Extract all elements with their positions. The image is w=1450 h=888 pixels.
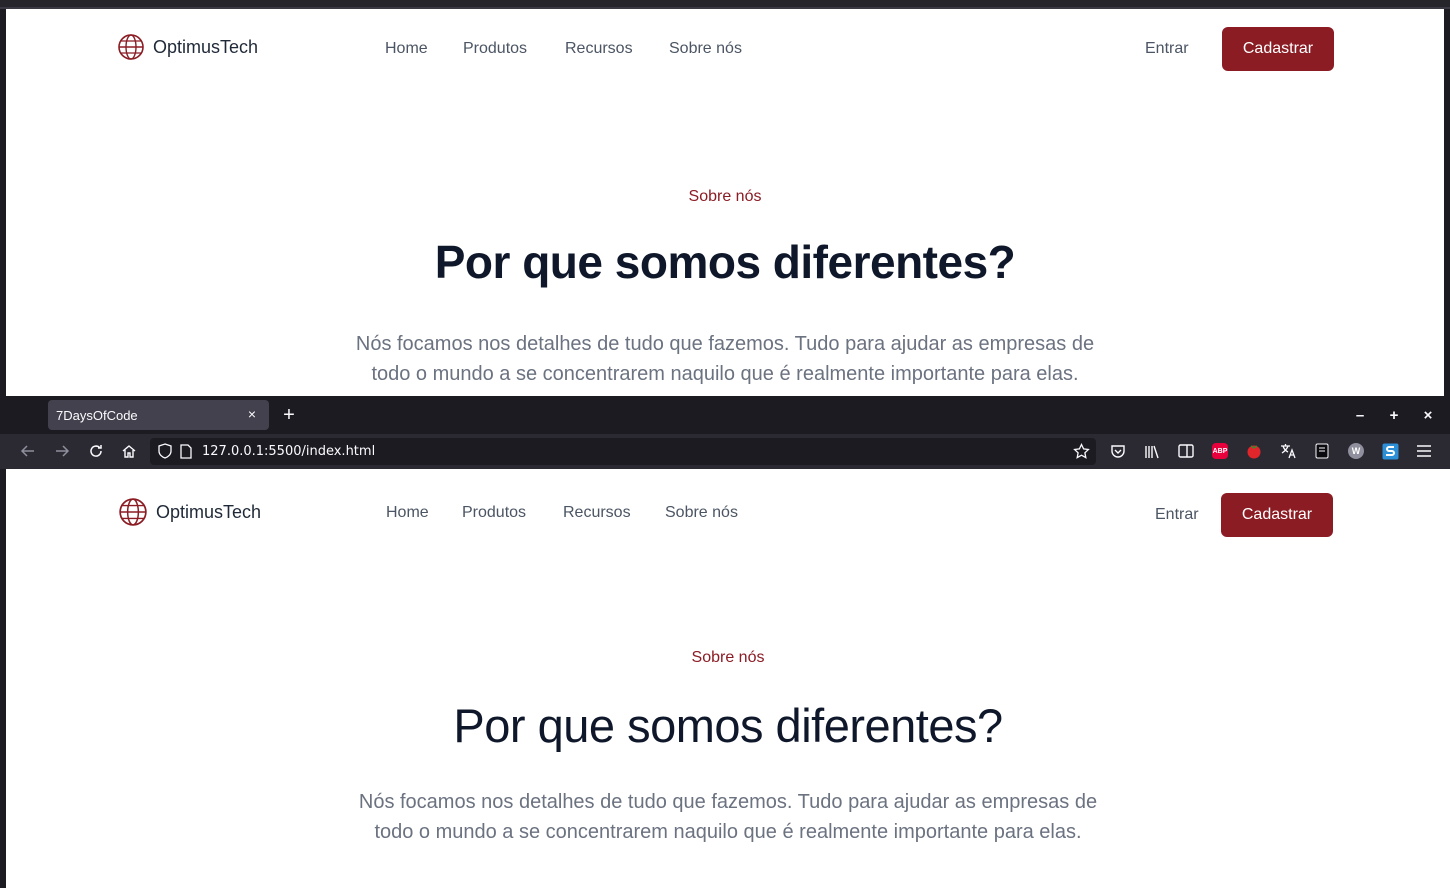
section-lead: Nós focamos nos detalhes de tudo que faz… <box>6 329 1444 389</box>
bookmark-star-icon[interactable] <box>1070 440 1092 462</box>
forward-icon[interactable] <box>51 440 73 462</box>
logo-text: OptimusTech <box>156 501 262 522</box>
lead-line-2: todo o mundo a se concentrarem naquilo q… <box>374 821 1082 843</box>
lead-line-1: Nós focamos nos detalhes de tudo que faz… <box>358 791 1098 813</box>
adblock-plus-icon[interactable]: ABP <box>1209 440 1231 462</box>
new-tab-icon[interactable]: + <box>279 402 299 428</box>
nav-recursos[interactable]: Recursos <box>565 40 633 58</box>
s-extension-icon[interactable] <box>1379 440 1401 462</box>
nav-produtos[interactable]: Produtos <box>462 504 526 522</box>
translate-icon[interactable] <box>1277 440 1299 462</box>
tomato-extension-icon[interactable] <box>1243 440 1265 462</box>
close-window-icon[interactable]: × <box>1418 404 1438 426</box>
shield-icon[interactable] <box>154 440 176 462</box>
sidebar-icon[interactable] <box>1175 440 1197 462</box>
globe-icon <box>118 34 144 60</box>
back-icon[interactable] <box>17 440 39 462</box>
signup-button[interactable]: Cadastrar <box>1221 493 1333 537</box>
url-bar[interactable]: 127.0.0.1:5500/index.html <box>150 438 1096 465</box>
signin-link[interactable]: Entrar <box>1155 506 1199 524</box>
page-view-current: OptimusTech Home Produtos Recursos Sobre… <box>6 469 1450 888</box>
adblock-badge: ABP <box>1212 443 1228 459</box>
nav-recursos[interactable]: Recursos <box>563 504 631 522</box>
browser-tab[interactable]: 7DaysOfCode × <box>48 400 269 430</box>
section-headline: Por que somos diferentes? <box>434 236 1016 288</box>
tab-title: 7DaysOfCode <box>56 407 138 423</box>
section-headline: Por que somos diferentes? <box>453 699 1003 752</box>
page-icon[interactable] <box>175 440 197 462</box>
library-icon[interactable] <box>1141 440 1163 462</box>
signup-button[interactable]: Cadastrar <box>1222 27 1334 71</box>
logo-text: OptimusTech <box>153 36 259 57</box>
url-text[interactable]: 127.0.0.1:5500/index.html <box>202 438 375 465</box>
menu-icon[interactable] <box>1413 440 1435 462</box>
lead-line-2: todo o mundo a se concentrarem naquilo q… <box>371 363 1079 385</box>
site-logo[interactable]: OptimusTech <box>118 497 261 527</box>
section-lead: Nós focamos nos detalhes de tudo que faz… <box>6 787 1450 847</box>
site-logo[interactable]: OptimusTech <box>117 33 258 61</box>
nav-sobre-nos[interactable]: Sobre nós <box>669 40 742 58</box>
close-tab-icon[interactable]: × <box>243 405 261 423</box>
minimize-icon[interactable]: – <box>1350 404 1370 426</box>
browser-tab-bar: 7DaysOfCode × + – + × <box>0 396 1450 434</box>
notes-icon[interactable] <box>1311 440 1333 462</box>
nav-sobre-nos[interactable]: Sobre nós <box>665 504 738 522</box>
signin-link[interactable]: Entrar <box>1145 40 1189 58</box>
reload-icon[interactable] <box>85 440 107 462</box>
browser-toolbar: 127.0.0.1:5500/index.html ABP W <box>0 434 1450 469</box>
nav-produtos[interactable]: Produtos <box>463 40 527 58</box>
nav-home[interactable]: Home <box>385 40 428 58</box>
window-top-edge <box>0 0 1450 9</box>
w-extension-icon[interactable]: W <box>1345 440 1367 462</box>
nav-home[interactable]: Home <box>386 504 429 522</box>
section-eyebrow: Sobre nós <box>688 188 762 205</box>
globe-icon <box>119 498 147 526</box>
home-icon[interactable] <box>118 440 140 462</box>
pocket-icon[interactable] <box>1107 440 1129 462</box>
lead-line-1: Nós focamos nos detalhes de tudo que faz… <box>355 333 1095 355</box>
w-badge: W <box>1348 443 1364 459</box>
maximize-icon[interactable]: + <box>1384 404 1404 426</box>
page-view-upper: OptimusTech Home Produtos Recursos Sobre… <box>6 9 1444 396</box>
section-eyebrow: Sobre nós <box>691 649 765 666</box>
